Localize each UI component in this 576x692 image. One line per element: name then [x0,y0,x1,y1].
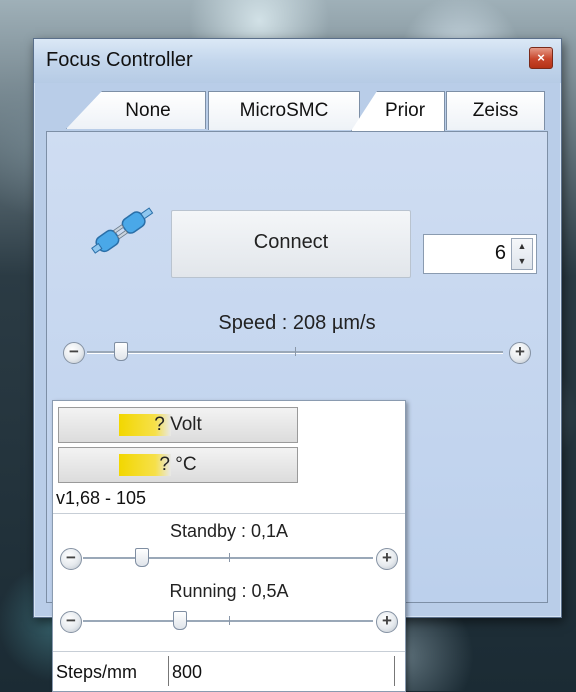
steps-per-mm-row: Steps/mm 800 [53,651,405,692]
arrow-down-icon[interactable]: ▼ [512,254,532,269]
running-slider-track[interactable] [83,620,373,623]
connect-button[interactable]: Connect [171,210,411,278]
close-button[interactable]: × [529,47,553,69]
standby-slider-thumb[interactable] [135,548,149,567]
steps-per-mm-label: Steps/mm [56,662,138,682]
running-label: Running : 0,5A [169,581,289,601]
dropdown-popup: ? Volt ? °C v1,68 - 105 Standby : 0,1A −… [52,400,406,692]
separator [53,513,405,514]
tab-zeiss[interactable]: Zeiss [446,91,545,130]
standby-slider-track[interactable] [83,557,373,560]
speed-minus-button[interactable]: − [63,342,85,364]
port-value: 6 [494,242,506,264]
running-plus-button[interactable]: + [376,611,398,633]
minus-icon: − [66,611,76,630]
speed-label: Speed : 208 µm/s [218,312,376,334]
running-tick [229,616,230,625]
steps-per-mm-input[interactable]: 800 [168,656,395,686]
minus-icon: − [69,342,79,361]
port-stepper[interactable]: 6 ▲ ▼ [423,234,537,274]
tab-microsmc[interactable]: MicroSMC [208,91,360,130]
running-minus-button[interactable]: − [60,611,82,633]
tab-strip: None MicroSMC Prior Zeiss [46,91,546,131]
close-icon: × [537,50,545,65]
standby-plus-button[interactable]: + [376,548,398,570]
plug-connection-icon [91,207,154,254]
speed-plus-button[interactable]: + [509,342,531,364]
plus-icon: + [515,342,525,361]
tab-none[interactable]: None [66,91,206,129]
plus-icon: + [382,548,392,567]
voltage-meter: ? Volt [58,407,298,443]
standby-label: Standby : 0,1A [169,521,289,541]
temperature-label: ? °C [159,454,197,475]
temperature-meter: ? °C [58,447,298,483]
speed-tick [295,347,296,356]
standby-tick [229,553,230,562]
window-title: Focus Controller [46,49,193,71]
voltage-label: ? Volt [154,414,202,435]
title-bar[interactable]: Focus Controller × [34,39,561,83]
tab-prior[interactable]: Prior [351,91,445,131]
speed-slider-thumb[interactable] [114,342,129,361]
stepper-arrows[interactable]: ▲ ▼ [511,238,533,270]
minus-icon: − [66,548,76,567]
firmware-version: v1,68 - 105 [56,488,147,508]
plus-icon: + [382,611,392,630]
steps-per-mm-value: 800 [172,662,203,682]
running-slider-thumb[interactable] [172,611,187,630]
arrow-up-icon[interactable]: ▲ [512,239,532,254]
standby-minus-button[interactable]: − [60,548,82,570]
